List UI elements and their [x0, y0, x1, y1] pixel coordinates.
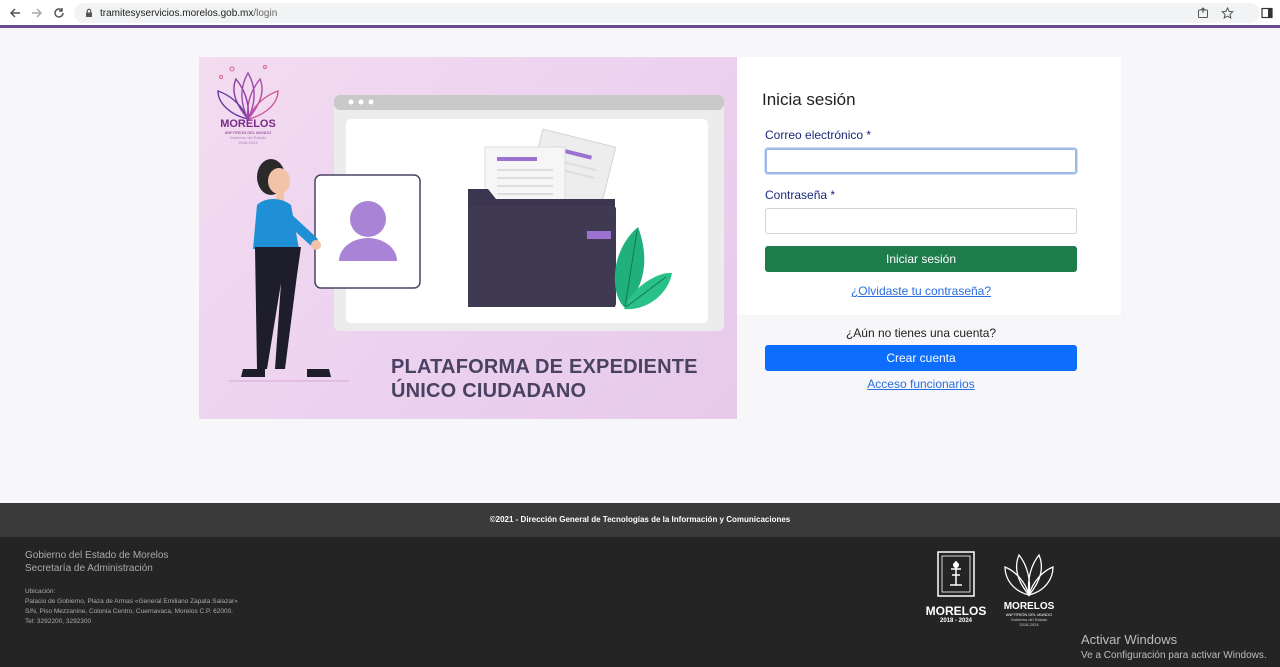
- url-host: tramitesyservicios.morelos.gob.mx: [100, 7, 254, 19]
- morelos-seal: MORELOS 2018 - 2024: [925, 551, 987, 624]
- footer-copyright: ©2021 - Dirección General de Tecnologías…: [0, 503, 1280, 537]
- morelos-logo-icon: [217, 65, 279, 121]
- hero-title-line2: ÚNICO CIUDADANO: [391, 380, 587, 402]
- footer-addr-line1: Palacio de Gobierno, Plaza de Armas «Gen…: [25, 598, 238, 605]
- password-field[interactable]: [765, 208, 1077, 234]
- footer-gov-line1: Gobierno del Estado de Morelos: [25, 550, 169, 561]
- lock-icon: [84, 8, 94, 18]
- password-label-text: Contraseña: [765, 188, 828, 202]
- required-mark: *: [830, 188, 836, 202]
- forgot-password-link[interactable]: ¿Olvidaste tu contraseña?: [737, 284, 1105, 298]
- activate-title: Activar Windows: [1081, 632, 1178, 647]
- bookmark-star-icon[interactable]: [1218, 4, 1236, 22]
- state-seal-icon: [937, 551, 975, 597]
- hero-banner: MORELOS ANFITRIÓN DEL MUNDO Gobierno del…: [199, 57, 737, 419]
- address-bar[interactable]: tramitesyservicios.morelos.gob.mx/login: [74, 3, 1260, 23]
- footer-logo-years: 2018-2024: [1019, 622, 1039, 627]
- activate-subtitle: Ve a Configuración para activar Windows.: [1081, 650, 1267, 661]
- reload-icon[interactable]: [48, 2, 70, 24]
- windows-activation-watermark: Activar Windows Ve a Configuración para …: [1081, 632, 1267, 661]
- footer-gov-info: Gobierno del Estado de Morelos Secretarí…: [25, 549, 168, 575]
- footer-logo-name: MORELOS: [1003, 601, 1055, 612]
- login-panel: Inicia sesión Correo electrónico * Contr…: [737, 57, 1121, 315]
- morelos-footer-logo: MORELOS ANFITRIÓN DEL MUNDO Gobierno del…: [1001, 551, 1057, 627]
- email-label: Correo electrónico *: [765, 128, 871, 142]
- footer-addr-title: Ubicación:: [25, 588, 56, 595]
- morelos-logo-text: MORELOS ANFITRIÓN DEL MUNDO Gobierno del…: [215, 118, 281, 145]
- hero-title: PLATAFORMA DE EXPEDIENTE ÚNICO CIUDADANO: [391, 355, 698, 403]
- share-icon[interactable]: [1194, 4, 1212, 22]
- password-label: Contraseña *: [765, 188, 835, 202]
- footer-address: Ubicación: Palacio de Gobierno, Plaza de…: [25, 587, 238, 627]
- forward-arrow-icon[interactable]: [26, 2, 48, 24]
- seal-years: 2018 - 2024: [939, 618, 973, 624]
- hero-title-line1: PLATAFORMA DE EXPEDIENTE: [391, 356, 698, 378]
- no-account-text: ¿Aún no tienes una cuenta?: [845, 326, 997, 340]
- footer: Gobierno del Estado de Morelos Secretarí…: [0, 537, 1280, 667]
- email-label-text: Correo electrónico: [765, 128, 864, 142]
- email-field[interactable]: [765, 148, 1077, 174]
- morelos-flower-icon: [1004, 553, 1054, 597]
- footer-addr-line2: S/N, Piso Mezzanine, Colonia Centro, Cue…: [25, 608, 233, 615]
- footer-addr-line3: Tel: 3292200, 3292300: [25, 618, 92, 625]
- required-mark: *: [866, 128, 872, 142]
- header-accent-line: [0, 25, 1280, 28]
- side-panel-icon[interactable]: [1258, 4, 1276, 22]
- logo-years: 2018-2024: [238, 140, 258, 145]
- back-arrow-icon[interactable]: [4, 2, 26, 24]
- logo-name: MORELOS: [220, 118, 276, 130]
- url-path: /login: [253, 7, 278, 19]
- browser-toolbar: tramitesyservicios.morelos.gob.mx/login: [0, 0, 1280, 26]
- create-account-button[interactable]: Crear cuenta: [765, 345, 1077, 371]
- footer-logos: MORELOS 2018 - 2024 MORELOS ANFITRIÓN DE…: [925, 551, 1057, 627]
- login-button[interactable]: Iniciar sesión: [765, 246, 1077, 272]
- login-title: Inicia sesión: [762, 90, 856, 109]
- seal-name: MORELOS: [925, 604, 987, 618]
- footer-gov-line2: Secretaría de Administración: [25, 563, 153, 574]
- staff-access-link[interactable]: Acceso funcionarios: [765, 377, 1077, 391]
